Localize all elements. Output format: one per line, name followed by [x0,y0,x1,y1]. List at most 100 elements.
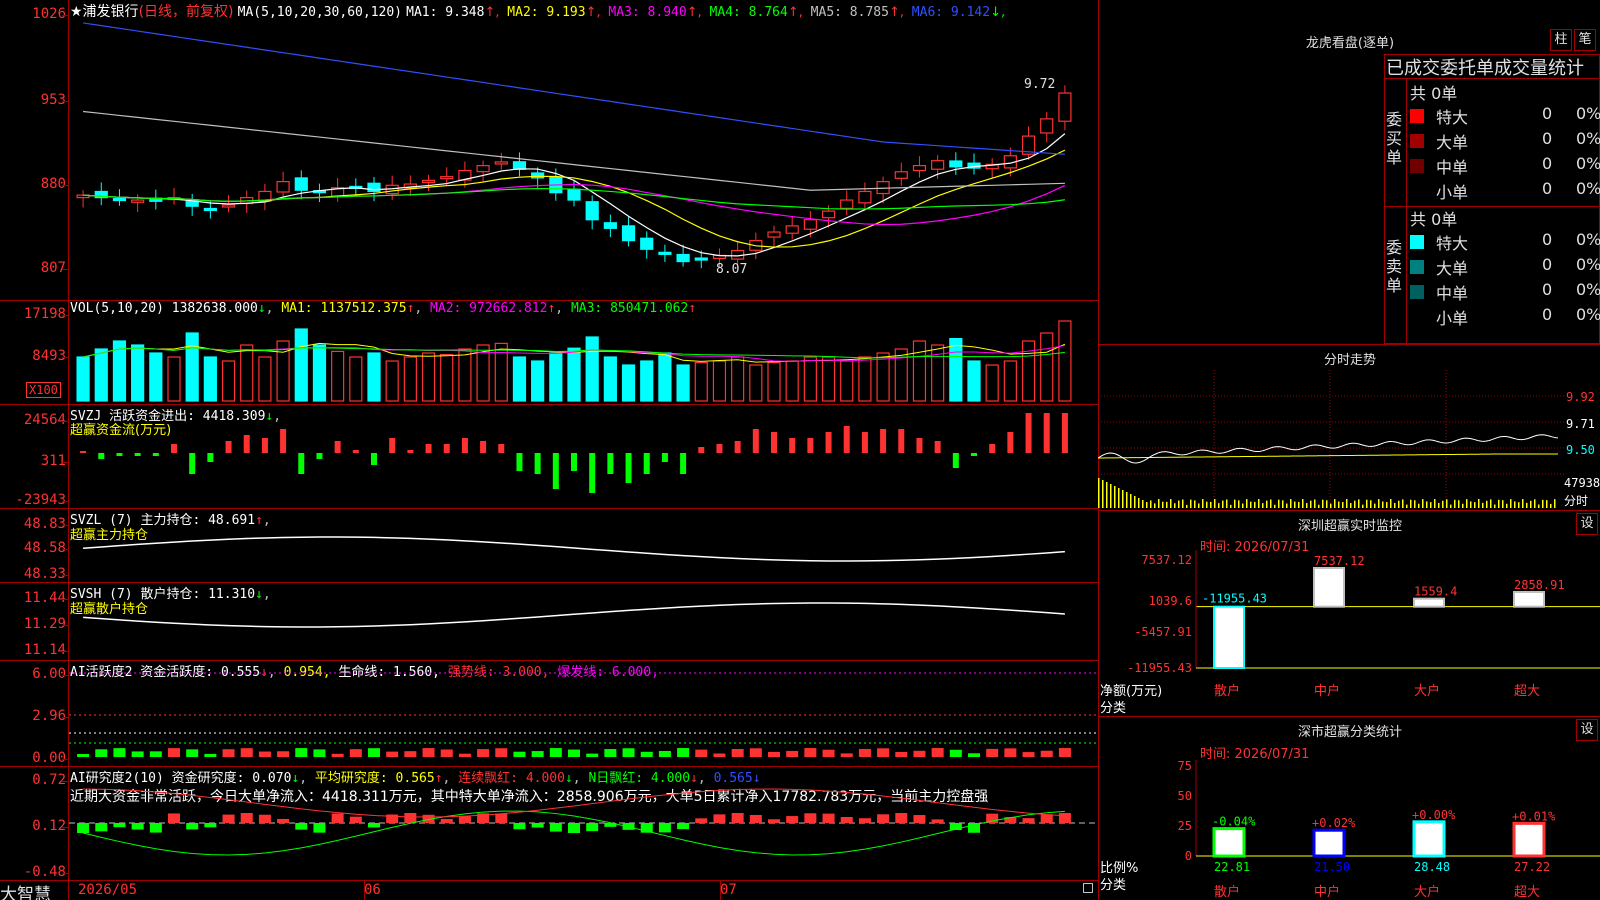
monitor-bar [1413,597,1445,608]
research-bar [731,813,744,823]
intraday-vol-bar [1250,501,1252,508]
order-color-swatch [1410,260,1424,274]
activity-bar [786,750,799,757]
class-bar-chart[interactable]: 75 50 25 0 -0.04% 22.81 散户 +0.02% 21.50 中户 +0.00% 2… [1098,756,1600,900]
research-bar [931,819,944,823]
retail-holding-chart[interactable] [69,583,1098,660]
fund-flow-bar [280,429,287,453]
y-tick [62,185,68,186]
fund-flow-bar [534,453,541,474]
activity-chart[interactable] [69,661,1098,766]
intraday-vol-bar [1126,492,1128,508]
volume-chart[interactable] [69,301,1098,404]
volume-bar [876,352,890,402]
class-settings-button[interactable]: 设 [1576,719,1598,741]
volume-bar [385,360,399,402]
intraday-vol-bar [1130,494,1132,508]
order-pct: 0% [1576,104,1600,123]
intraday-vol-bar [1426,501,1428,508]
y-tick [62,549,68,550]
candle-body [1040,118,1054,134]
candle-body [203,207,217,212]
pen-view-button[interactable]: 笔 [1574,29,1596,51]
intraday-vol-bar [1550,503,1552,508]
intraday-vol-bar [1138,498,1140,508]
order-pct: 0% [1576,179,1600,198]
activity-bar [168,748,180,757]
sell-side-label: 委卖单 [1386,238,1403,295]
intraday-vol-bar [1122,490,1124,508]
intraday-vol-bar [1534,499,1536,508]
class-y-tick: 0 [1185,849,1192,863]
candlestick-chart[interactable] [69,0,1098,300]
intraday-vol-bar [1230,504,1232,508]
class-category: 中户 [1314,884,1340,900]
fund-flow-chart[interactable] [69,405,1098,508]
fund-flow-bar [80,451,87,453]
monitor-bar-chart[interactable]: 7537.12 1039.6 -5457.91 -11955.43 -11955.43 散… [1098,550,1600,715]
lock-icon[interactable] [1083,883,1093,893]
order-count: 0 [1542,230,1553,249]
activity-bar [1004,748,1017,757]
volume-bar [94,348,108,402]
fund-flow-bar [952,453,959,468]
panel-divider [1098,510,1600,511]
research-chart[interactable] [69,767,1098,880]
vol-unit[interactable]: X100 [26,382,61,398]
candle-body [840,199,854,209]
order-pct: 0% [1576,305,1600,324]
order-count: 0 [1542,255,1553,274]
y-tick-label: 2.96 [32,708,66,724]
main-holding-chart[interactable] [69,509,1098,582]
intraday-vol-bar [1358,499,1360,508]
date-label: 2026/05 [78,882,138,898]
research-bar [222,814,235,823]
activity-bar [968,753,980,757]
volume-bar [331,350,345,402]
y-tick-label: -0.48 [23,864,66,880]
bar-view-button[interactable]: 柱 [1550,29,1572,51]
intraday-vol-bar [1398,500,1400,508]
intraday-vol-bar [1338,501,1340,508]
low-label: 8.07 [716,262,748,277]
intraday-chart[interactable] [1098,370,1564,510]
intraday-vol-bar [1118,488,1120,508]
activity-bar [731,749,744,757]
activity-bar [604,749,617,757]
volume-bar [349,356,363,402]
fund-flow-bar [334,441,341,453]
research-bar [713,814,726,823]
research-bar [822,813,835,823]
activity-bar [531,751,544,757]
activity-bar [840,753,853,757]
intraday-vol-bar [1394,502,1396,508]
volume-bar [785,360,799,402]
intraday-vol-bar [1242,503,1244,508]
research-bar [677,823,690,830]
stat-divider [1406,78,1407,344]
intraday-vol-bar [1306,503,1308,508]
intraday-vol-bar [1402,499,1404,508]
intraday-vol-bar [1342,502,1344,508]
fund-flow-bar [861,432,868,453]
intraday-vol-bar [1530,500,1532,508]
research-bar [331,813,344,823]
y-tick [62,873,68,874]
research-bar [804,813,817,823]
research-bar [204,823,217,828]
volume-bar [621,364,636,402]
intraday-vol-bar [1430,502,1432,508]
research-bar [1040,814,1053,823]
intraday-vol-bar [1266,500,1268,508]
class-y-tick: 50 [1178,789,1192,803]
intraday-vol-bar [1414,500,1416,508]
fund-flow-bar [789,438,796,453]
monitor-settings-button[interactable]: 设 [1576,513,1598,535]
order-type: 中单 [1436,284,1469,303]
intraday-vol-bar [1498,499,1500,508]
y-tick [62,827,68,828]
class-bar [1312,828,1346,858]
research-bar [258,814,271,823]
brand-logo[interactable]: 大智慧 [0,880,51,900]
order-type: 小单 [1436,183,1469,202]
